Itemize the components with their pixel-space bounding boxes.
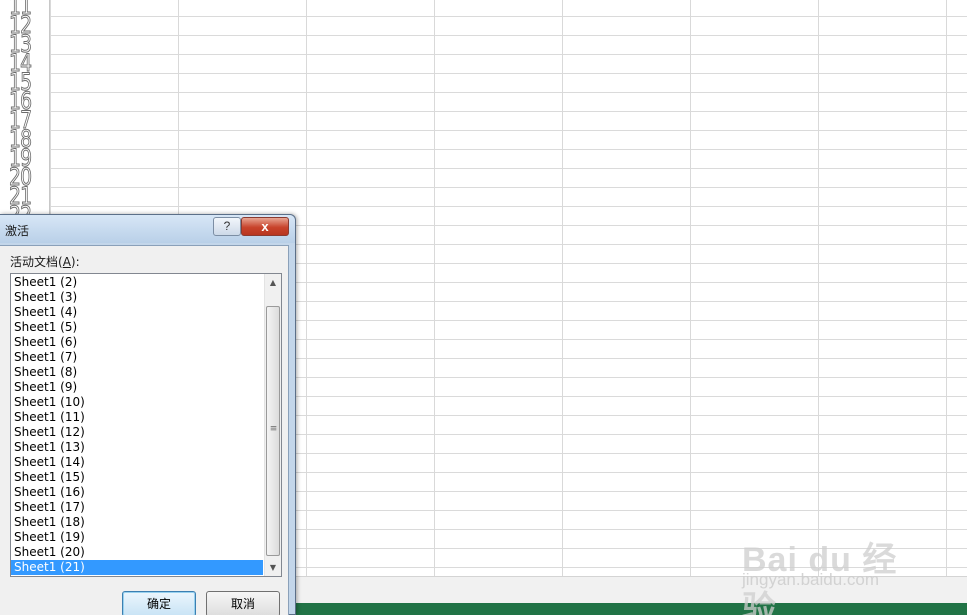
list-item[interactable]: Sheet1 (18) — [11, 515, 263, 530]
list-item[interactable]: Sheet1 (15) — [11, 470, 263, 485]
ok-button[interactable]: 确定 — [122, 591, 196, 615]
list-item[interactable]: Sheet1 (7) — [11, 350, 263, 365]
list-item[interactable]: Sheet1 (20) — [11, 545, 263, 560]
list-item[interactable]: Sheet1 (16) — [11, 485, 263, 500]
list-item[interactable]: Sheet1 (5) — [11, 320, 263, 335]
list-item[interactable]: Sheet1 (9) — [11, 380, 263, 395]
list-item[interactable]: Sheet1 (4) — [11, 305, 263, 320]
list-item[interactable]: Sheet1 (12) — [11, 425, 263, 440]
list-item[interactable]: Sheet1 (6) — [11, 335, 263, 350]
list-item[interactable]: Sheet1 (11) — [11, 410, 263, 425]
list-item[interactable]: Sheet1 (13) — [11, 440, 263, 455]
scrollbar-thumb[interactable]: ≡ — [266, 306, 280, 556]
help-icon[interactable]: ? — [213, 217, 241, 236]
list-item-selected[interactable]: Sheet1 (21) — [11, 560, 263, 575]
list-item[interactable]: Sheet1 (17) — [11, 500, 263, 515]
grip-icon: ≡ — [269, 424, 278, 434]
activate-dialog: 激活 ? x 活动文档(A): Sheet1 (2) Sheet1 (3) Sh… — [0, 214, 296, 615]
dialog-body: 活动文档(A): Sheet1 (2) Sheet1 (3) Sheet1 (4… — [0, 245, 289, 615]
close-icon[interactable]: x — [241, 217, 289, 236]
vertical-scrollbar[interactable]: ▲ ≡ ▼ — [264, 274, 281, 576]
active-documents-listbox[interactable]: Sheet1 (2) Sheet1 (3) Sheet1 (4) Sheet1 … — [10, 273, 282, 577]
list-item[interactable]: Sheet1 (19) — [11, 530, 263, 545]
dialog-titlebar[interactable]: 激活 ? x — [0, 215, 295, 243]
list-item[interactable]: Sheet1 (3) — [11, 290, 263, 305]
dialog-title: 激活 — [5, 224, 30, 238]
active-documents-label: 活动文档(A): — [10, 255, 80, 269]
list-item[interactable]: Sheet1 (8) — [11, 365, 263, 380]
list-item[interactable]: Sheet1 (10) — [11, 395, 263, 410]
list-item[interactable]: Sheet1 (14) — [11, 455, 263, 470]
cancel-button[interactable]: 取消 — [206, 591, 280, 615]
list-item[interactable]: Sheet1 (2) — [11, 275, 263, 290]
up-arrow-icon[interactable]: ▲ — [265, 274, 281, 291]
list-items: Sheet1 (2) Sheet1 (3) Sheet1 (4) Sheet1 … — [11, 275, 263, 575]
down-arrow-icon[interactable]: ▼ — [265, 559, 281, 576]
